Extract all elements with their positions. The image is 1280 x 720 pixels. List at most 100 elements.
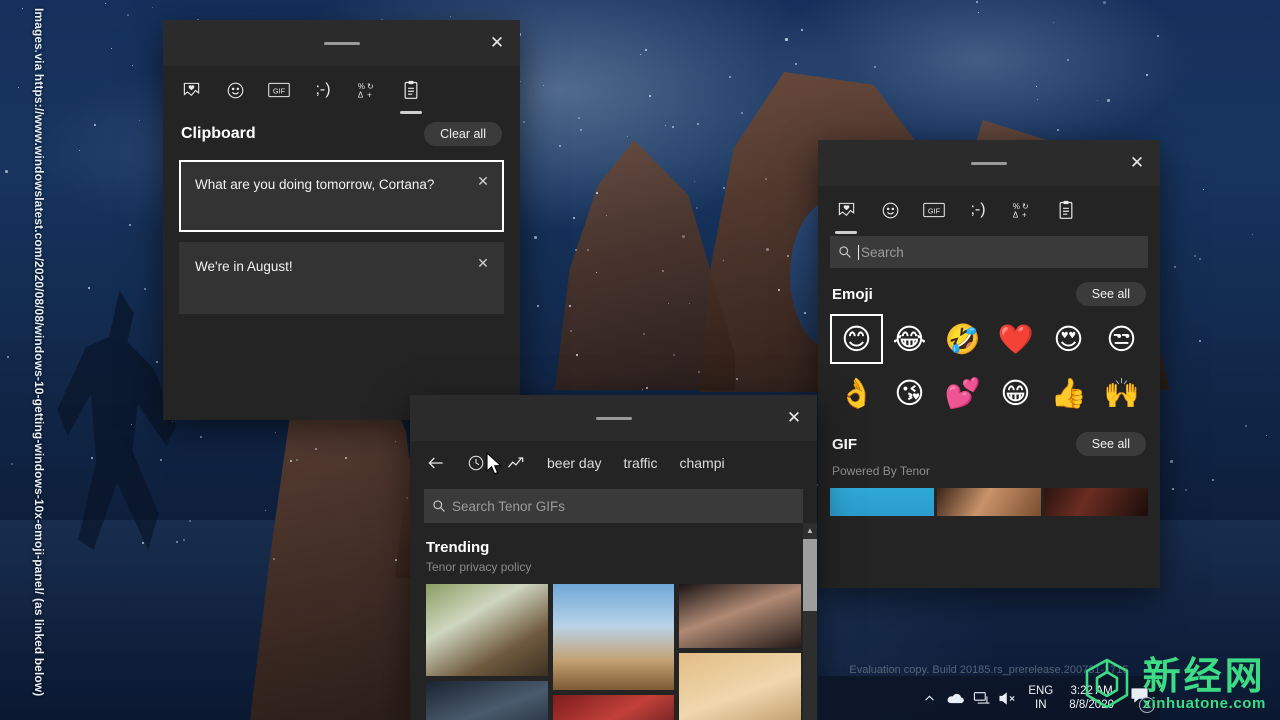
drag-handle-icon[interactable] xyxy=(971,162,1007,165)
category-tab-traffic[interactable]: traffic xyxy=(614,449,666,477)
tab-gif[interactable]: GIF xyxy=(914,190,954,230)
emoji-cell-face-with-tears-of-joy[interactable]: 😂 xyxy=(883,314,936,364)
drag-handle-icon[interactable] xyxy=(324,42,360,45)
emoji-section-header: Emoji See all xyxy=(818,268,1160,314)
close-icon[interactable]: ✕ xyxy=(474,20,520,66)
gif-navigation-bar[interactable]: beer day traffic champi xyxy=(410,441,817,485)
brand-name-en: xinhuatone.com xyxy=(1143,695,1266,712)
brand-watermark-text: 新经网 xinhuatone.com xyxy=(1143,657,1266,712)
tab-symbols[interactable]: % ↻ Δ + xyxy=(1002,190,1042,230)
emoji-cell-thumbs-up[interactable]: 👍 xyxy=(1042,368,1095,418)
xinhuatone-logo-icon xyxy=(1081,656,1133,712)
close-icon[interactable]: ✕ xyxy=(470,168,496,194)
star xyxy=(189,520,191,522)
tab-clipboard[interactable] xyxy=(391,70,431,110)
emoji-titlebar[interactable]: ✕ xyxy=(818,140,1160,186)
gif-icon: GIF xyxy=(268,82,290,98)
tenor-privacy-policy-link[interactable]: Tenor privacy policy xyxy=(410,558,817,574)
trending-icon[interactable] xyxy=(498,445,534,481)
show-hidden-icons-icon[interactable] xyxy=(916,679,942,717)
star xyxy=(1212,479,1214,481)
emoji-cell-ok-hand[interactable]: 👌 xyxy=(830,368,883,418)
star xyxy=(450,16,451,17)
star xyxy=(766,248,769,251)
close-icon[interactable]: ✕ xyxy=(1114,140,1160,186)
clipboard-titlebar[interactable]: ✕ xyxy=(163,20,520,66)
kaomoji-icon: ;-) xyxy=(970,201,985,219)
emoji-cell-raising-hands[interactable]: 🙌 xyxy=(1095,368,1148,418)
heart-box-icon xyxy=(182,81,201,100)
tab-emoji[interactable] xyxy=(870,190,910,230)
network-icon[interactable] xyxy=(968,679,994,717)
emoji-see-all-button[interactable]: See all xyxy=(1076,282,1146,306)
tab-kaomoji[interactable]: ;-) xyxy=(303,70,343,110)
gif-preview-thumb[interactable] xyxy=(937,488,1041,516)
category-tab-champi[interactable]: champi xyxy=(670,449,733,477)
scrollbar-thumb[interactable] xyxy=(803,539,817,611)
gif-scrollbar[interactable]: ▲ xyxy=(803,523,817,720)
star xyxy=(665,125,666,126)
star xyxy=(111,48,112,49)
emoji-search-input[interactable]: Search xyxy=(830,236,1148,268)
star xyxy=(183,539,185,541)
clear-all-button[interactable]: Clear all xyxy=(424,122,502,146)
clipboard-tabstrip[interactable]: GIF ;-) % ↻ Δ + xyxy=(163,66,520,114)
close-icon[interactable]: ✕ xyxy=(771,395,817,441)
emoji-cell-face-blowing-a-kiss[interactable]: 😘 xyxy=(883,368,936,418)
drag-handle-icon[interactable] xyxy=(596,417,632,420)
star xyxy=(18,87,19,88)
language-indicator[interactable]: ENG IN xyxy=(1020,684,1061,712)
tab-emoji[interactable] xyxy=(215,70,255,110)
gif-thumb-sky-dog[interactable] xyxy=(553,584,675,690)
tab-gif[interactable]: GIF xyxy=(259,70,299,110)
emoji-cell-unamused-face[interactable]: 😒 xyxy=(1095,314,1148,364)
gif-thumb-sloth[interactable] xyxy=(426,584,548,676)
back-arrow-icon[interactable] xyxy=(418,445,454,481)
close-icon[interactable]: ✕ xyxy=(470,250,496,276)
gif-see-all-button[interactable]: See all xyxy=(1076,432,1146,456)
emoji-cell-red-heart[interactable]: ❤️ xyxy=(989,314,1042,364)
emoji-cell-beaming-face-with-smiling-eyes[interactable]: 😁 xyxy=(989,368,1042,418)
recent-clock-icon[interactable] xyxy=(458,445,494,481)
emoji-cell-two-hearts[interactable]: 💕 xyxy=(936,368,989,418)
gif-titlebar[interactable]: ✕ xyxy=(410,395,817,441)
tab-most-recently-used[interactable] xyxy=(826,190,866,230)
gif-search-input[interactable]: Search Tenor GIFs xyxy=(424,489,803,523)
tab-symbols[interactable]: % ↻ Δ + xyxy=(347,70,387,110)
star xyxy=(22,8,23,9)
category-tab-beer-day[interactable]: beer day xyxy=(538,449,610,477)
emoji-cell-smiling-face-with-heart-eyes[interactable]: 😍 xyxy=(1042,314,1095,364)
clipboard-panel[interactable]: ✕ GIF xyxy=(163,20,520,420)
clipboard-item[interactable]: We're in August! ✕ xyxy=(179,242,504,314)
star xyxy=(1174,266,1176,268)
scroll-up-icon[interactable]: ▲ xyxy=(803,523,817,537)
volume-muted-icon[interactable] xyxy=(994,679,1020,717)
powered-by-tenor-label: Powered By Tenor xyxy=(818,464,1160,478)
gif-thumb-face[interactable] xyxy=(679,584,801,648)
star xyxy=(697,123,699,125)
onedrive-cloud-icon[interactable] xyxy=(942,679,968,717)
emoji-panel[interactable]: ✕ GIF xyxy=(818,140,1160,588)
gif-thumb-crowd[interactable] xyxy=(553,695,675,720)
tab-indicator xyxy=(835,231,857,234)
search-icon xyxy=(432,499,446,513)
emoji-cell-smiling-face-with-smiling-eyes[interactable]: 😊 xyxy=(830,314,883,364)
star xyxy=(976,1,978,3)
tab-kaomoji[interactable]: ;-) xyxy=(958,190,998,230)
gif-preview-thumb[interactable] xyxy=(830,488,934,516)
star xyxy=(723,187,725,189)
gif-preview-thumb[interactable] xyxy=(1044,488,1148,516)
star xyxy=(778,289,780,291)
gif-column xyxy=(553,584,675,720)
gif-thumb-man[interactable] xyxy=(426,681,548,720)
star xyxy=(79,150,80,151)
clipboard-item[interactable]: What are you doing tomorrow, Cortana? ✕ xyxy=(179,160,504,232)
gif-panel[interactable]: ✕ beer day traffic champi Search Tenor xyxy=(410,395,817,720)
star xyxy=(543,85,544,86)
tab-clipboard[interactable] xyxy=(1046,190,1086,230)
emoji-cell-rolling-on-the-floor-laughing[interactable]: 🤣 xyxy=(936,314,989,364)
star xyxy=(1157,35,1159,37)
tab-most-recently-used[interactable] xyxy=(171,70,211,110)
gif-thumb-cat[interactable] xyxy=(679,653,801,720)
emoji-tabstrip[interactable]: GIF ;-) % ↻ Δ + xyxy=(818,186,1160,234)
